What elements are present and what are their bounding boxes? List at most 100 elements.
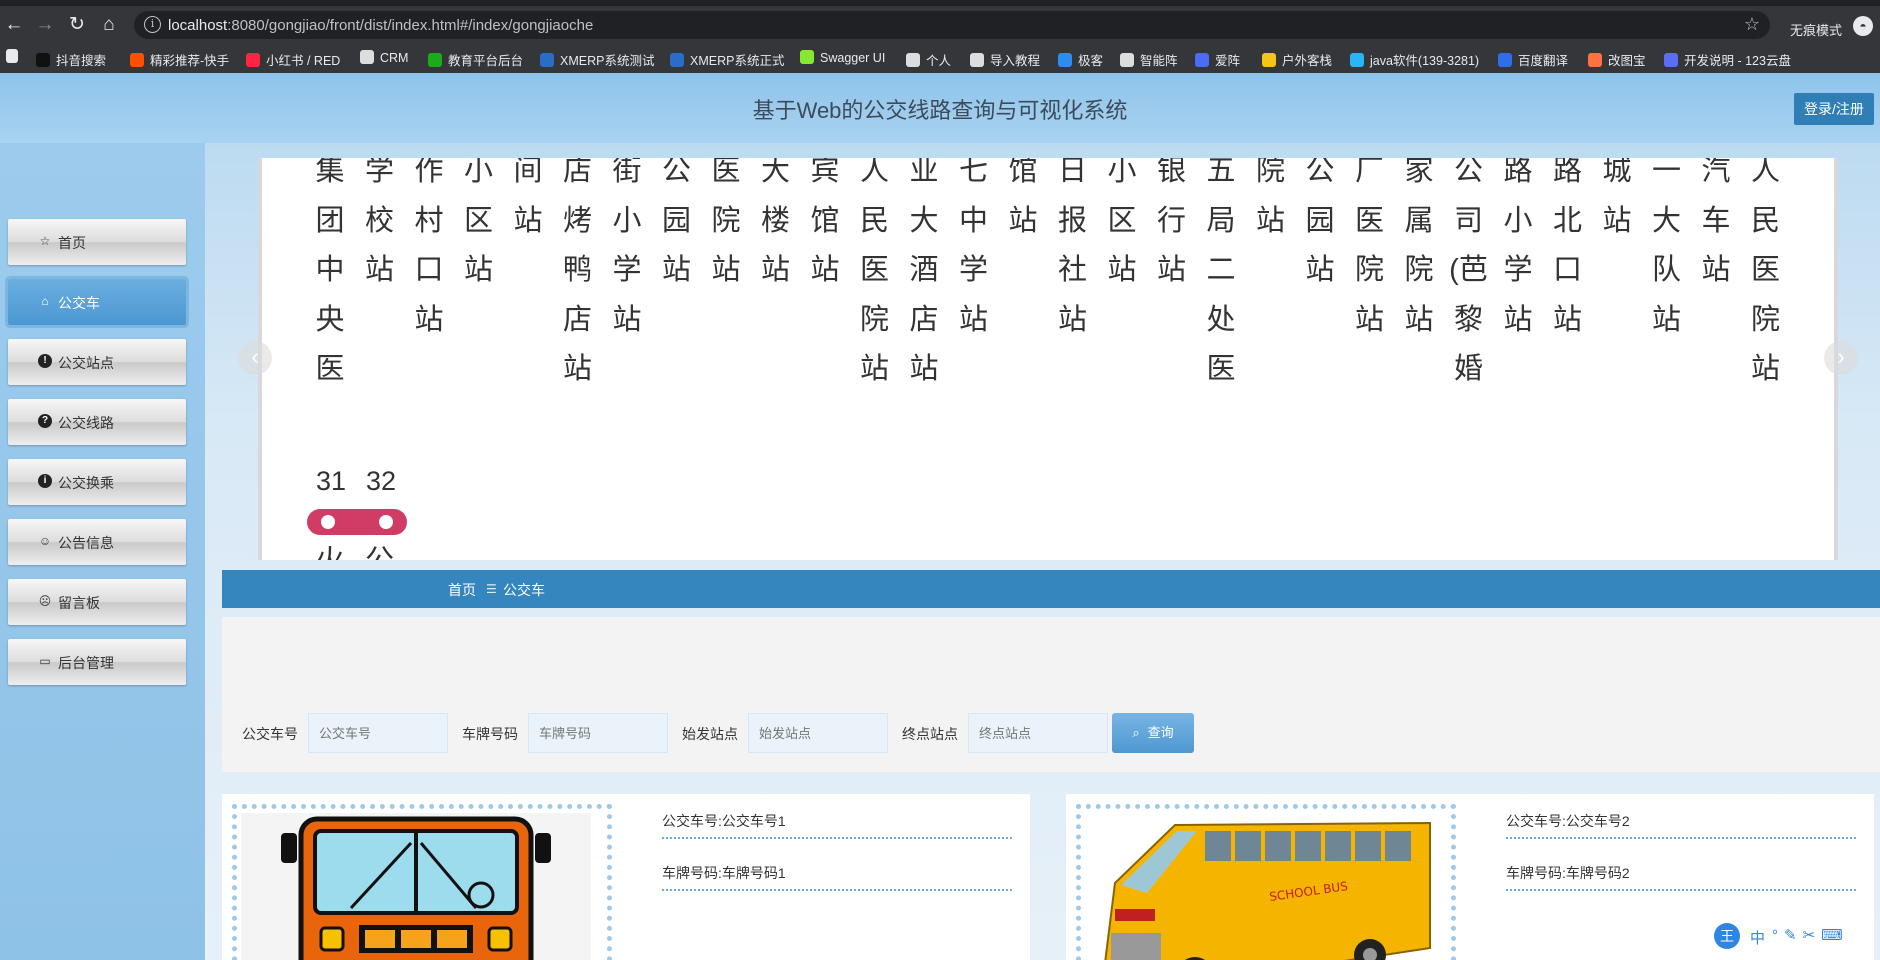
bookmark-item[interactable]: XMERP系统测试 [540,50,654,69]
route-carousel: 集团中央医学校站作村口站小区站间站店烤鸭店站街小学站公园站医院站大楼站宾馆站人民… [258,158,1838,560]
station-char: 医 [1750,254,1780,286]
ime-logo-icon[interactable]: 王 [1714,923,1740,949]
carousel-prev-button[interactable]: ‹ [238,341,272,375]
station-char: 黎 [1453,303,1483,336]
station-name: 路小学站 [1498,158,1538,345]
bookmark-item[interactable]: 导入教程 [970,50,1040,69]
station-char: 二 [1206,254,1236,286]
station-char: 民 [1750,204,1780,237]
bookmarks-bar: 抖音搜索 精彩推荐-快手 小红书 / RED CRM 教育平台后台 XMERP系统测试 XM… [0,44,1880,73]
station-char: 北 [1552,204,1582,237]
station-char: 车 [1701,204,1731,237]
station-name: 一大队站 [1647,158,1687,345]
station-char: 集 [315,158,345,187]
station-name: 馆站 [1003,158,1043,246]
sidebar-item[interactable]: ☹ 留言板 [8,579,186,625]
bookmark-item[interactable]: 户外客栈 [1262,50,1332,69]
sidebar-item[interactable]: i 公交换乘 [8,459,186,505]
bookmark-item[interactable]: 精彩推荐-快手 [130,50,229,69]
bookmark-item[interactable]: Swagger UI [800,50,885,65]
bookmark-item[interactable]: CRM [360,50,408,65]
bookmark-favicon-icon [1588,53,1602,67]
sidebar-item[interactable]: ? 公交线路 [8,399,186,445]
station-char: 作 [414,158,444,187]
end-station-label: 终点站点 [902,726,958,742]
station-char: 院 [859,303,889,336]
plate-field: 车牌号码:车牌号码2 [1506,851,1856,891]
back-icon[interactable]: ← [2,13,26,37]
sidebar-item[interactable]: ☺ 公告信息 [8,519,186,565]
address-bar[interactable]: i localhost:8080/gongjiao/front/dist/ind… [134,11,1770,39]
station-name: 人民医院站 [855,158,895,395]
bookmark-label: 爱阵 [1215,54,1241,68]
station-name: 城站 [1597,158,1637,246]
bookmark-item[interactable]: 改图宝 [1588,50,1646,69]
station-char: 大 [760,158,790,187]
bookmark-favicon-icon [130,53,144,67]
station-char: 学 [364,158,394,187]
bus-card[interactable]: 公交车号:公交车号1 车牌号码:车牌号码1 [222,794,1030,960]
bookmark-item[interactable]: 个人 [906,50,951,69]
station-char: 间 [513,158,543,187]
home-icon[interactable]: ⌂ [97,13,121,37]
station-name: 店烤鸭店站 [558,158,598,395]
station-name: 日报社站 [1053,158,1093,345]
station-char: 中 [315,254,345,286]
bookmark-item[interactable]: 开发说明 - 123云盘 [1664,50,1791,69]
login-register-button[interactable]: 登录/注册 [1794,93,1874,125]
bookmark-favicon-icon [1058,53,1072,67]
bus-no-field: 公交车号:公交车号2 [1506,799,1856,839]
start-station-label: 始发站点 [682,726,738,742]
station-name: 汽车站 [1696,158,1736,296]
bookmark-item[interactable]: XMERP系统正式 [670,50,784,69]
bookmark-item[interactable]: java软件(139-3281) [1350,50,1479,69]
station-name: 院站 [1251,158,1291,246]
breadcrumb-home[interactable]: 首页 [448,580,476,600]
bookmark-label: 个人 [926,54,952,68]
station-char: 口 [1552,254,1582,286]
apps-icon[interactable] [6,49,24,64]
station-name: 人民医院站 [1746,158,1786,395]
carousel-next-button[interactable]: › [1824,341,1858,375]
bookmark-favicon-icon [360,50,374,64]
navigation-bar: ← → ↻ ⌂ i localhost:8080/gongjiao/front/… [0,6,1880,44]
sidebar-item[interactable]: ⌂ 公交车 [8,279,186,325]
bookmark-item[interactable]: 百度翻译 [1498,50,1568,69]
bookmark-item[interactable]: 爱阵 [1195,50,1240,69]
station-char: 区 [463,204,493,237]
station-char: 楼 [760,204,790,237]
station-char: 院 [1404,254,1434,286]
reload-icon[interactable]: ↻ [65,13,89,37]
sidebar-item-label: 公交换乘 [58,475,114,491]
bookmark-item[interactable]: 极客 [1058,50,1103,69]
bookmark-item[interactable]: 抖音搜索 [36,50,106,69]
incognito-icon[interactable]: ◓ [1853,16,1873,36]
bookmark-item[interactable]: 智能阵 [1120,50,1178,69]
site-info-icon[interactable]: i [144,16,161,33]
sidebar-item[interactable]: ☆ 首页 [8,219,186,265]
station-char: 学 [958,254,988,286]
forward-icon[interactable]: → [33,13,57,37]
start-station-input[interactable] [748,713,888,753]
station-number: 32 [366,466,397,496]
bookmark-item[interactable]: 教育平台后台 [428,50,523,69]
bookmark-favicon-icon [800,50,814,64]
bookmark-star-icon[interactable]: ☆ [1744,14,1760,35]
site-title: 基于Web的公交线路查询与可视化系统 [752,98,1128,123]
station-char: 园 [1305,204,1335,237]
bookmark-item[interactable]: 小红书 / RED [246,50,340,69]
station-char: 公 [360,537,400,560]
end-station-input[interactable] [968,713,1108,753]
station-char: 火 [310,537,350,560]
bus-no-input[interactable] [308,713,448,753]
ime-tools-icon[interactable]: °✎✂⌨ [1772,926,1849,944]
bag-icon: ⌂ [41,294,49,308]
plate-input[interactable] [528,713,668,753]
station-char: 医 [315,353,345,385]
query-button[interactable]: ⌕ 查询 [1112,713,1194,753]
sidebar-item[interactable]: ! 公交站点 [8,339,186,385]
station-char: 行 [1156,204,1186,237]
ime-toolbar[interactable]: 王 中 °✎✂⌨ [1714,921,1880,951]
ime-mode-label[interactable]: 中 [1750,927,1765,948]
sidebar-item[interactable]: ▭ 后台管理 [8,639,186,685]
